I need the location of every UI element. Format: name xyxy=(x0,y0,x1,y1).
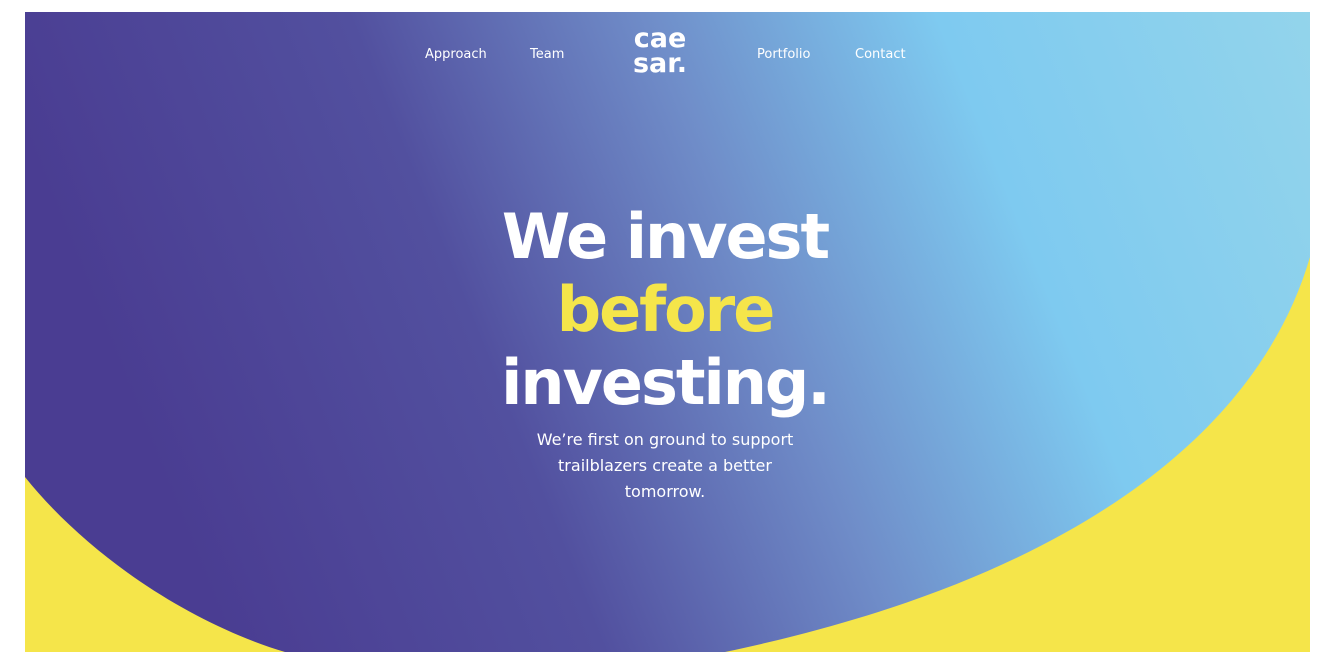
hero-subtext: We’re first on ground to support trailbl… xyxy=(465,427,865,505)
page-frame: Approach Team cae sar. Portfolio Contact… xyxy=(25,12,1310,652)
nav-link-contact[interactable]: Contact xyxy=(855,47,906,62)
logo-line-2: sar. xyxy=(632,48,687,79)
headline-line-1: We invest xyxy=(501,200,830,273)
subtext-line-3: tomorrow. xyxy=(624,482,706,501)
headline-line-3: investing. xyxy=(501,346,831,419)
hero-headline: We invest before investing. xyxy=(315,200,1015,419)
brand-logo[interactable]: cae sar. xyxy=(625,25,695,79)
nav-link-team[interactable]: Team xyxy=(530,47,564,62)
nav-link-portfolio[interactable]: Portfolio xyxy=(757,47,810,62)
nav-link-approach[interactable]: Approach xyxy=(425,47,487,62)
subtext-line-1: We’re first on ground to support xyxy=(536,430,794,449)
headline-line-2-accent: before xyxy=(556,273,776,346)
top-nav: Approach Team cae sar. Portfolio Contact xyxy=(25,12,1310,92)
subtext-line-2: trailblazers create a better xyxy=(558,456,772,475)
